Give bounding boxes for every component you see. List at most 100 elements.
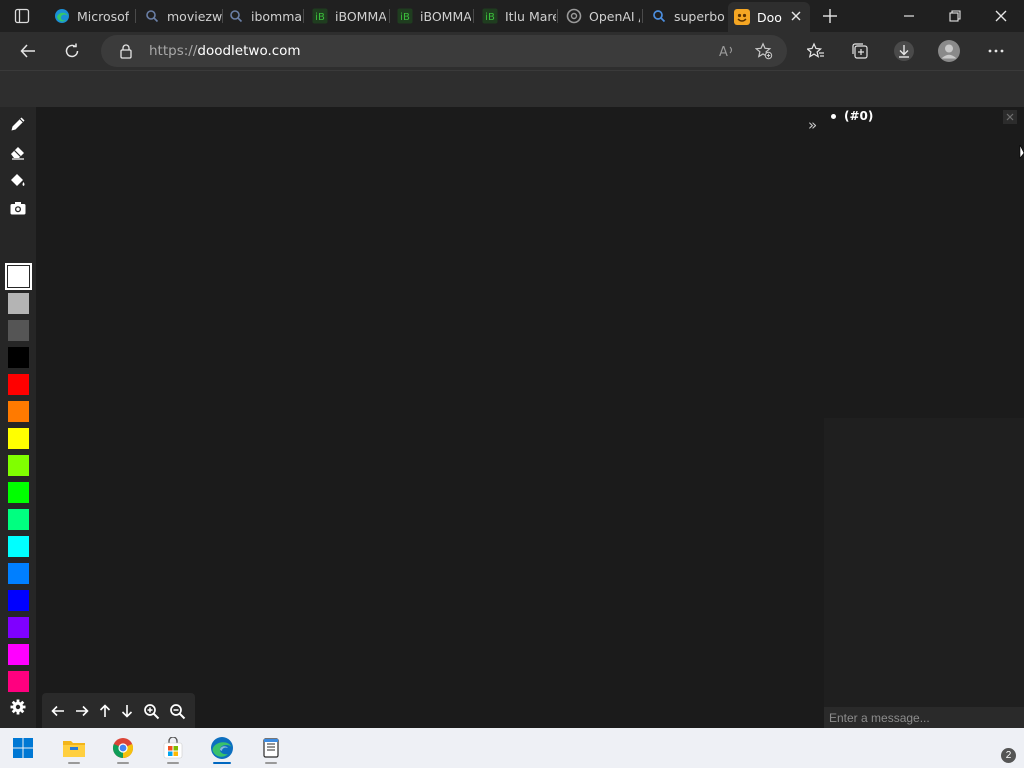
microsoft-store-icon[interactable] xyxy=(158,732,188,764)
zoom-out-icon[interactable] xyxy=(168,702,186,720)
tab-title: moviezw xyxy=(167,8,222,24)
pan-up-icon[interactable] xyxy=(96,702,114,720)
tab-microsoft[interactable]: Microsof xyxy=(48,3,132,29)
tab-title: Doo xyxy=(757,9,782,25)
restore-icon[interactable] xyxy=(943,4,967,28)
collections-icon[interactable] xyxy=(848,39,872,63)
svg-text:A: A xyxy=(719,45,728,60)
edge-icon[interactable] xyxy=(207,732,237,764)
tab-strip: Microsof moviezw ibomma iB iBOMMA iB iBO… xyxy=(0,0,1024,32)
tab-ibomma[interactable]: ibomma xyxy=(222,3,302,29)
color-swatch[interactable] xyxy=(8,671,29,692)
back-icon[interactable] xyxy=(16,39,40,63)
downloads-icon[interactable] xyxy=(892,39,916,63)
chat-message-input[interactable] xyxy=(824,707,1024,728)
user-list-item: (#0) xyxy=(831,109,873,123)
tab-ibomma-3[interactable]: iB iBOMMA xyxy=(391,3,471,29)
url-host: doodletwo.com xyxy=(197,43,301,59)
new-tab-icon[interactable] xyxy=(820,6,840,26)
favorites-bar xyxy=(0,70,1024,107)
tab-separator xyxy=(642,9,643,23)
color-swatch[interactable] xyxy=(8,455,29,476)
read-aloud-icon[interactable]: A xyxy=(718,42,736,60)
tab-actions-icon[interactable] xyxy=(12,6,32,26)
address-bar[interactable]: https://doodletwo.com A xyxy=(101,35,787,67)
tab-itlu-mare[interactable]: iB Itlu Mare xyxy=(476,3,556,29)
search-icon xyxy=(228,8,244,24)
doodle-page: » (#0) xyxy=(0,107,1024,728)
collapse-panel-button[interactable]: » xyxy=(808,117,822,133)
paint-bucket-icon[interactable] xyxy=(8,170,28,190)
lock-icon[interactable] xyxy=(118,43,134,59)
tab-separator xyxy=(303,9,304,23)
notepad-icon[interactable] xyxy=(256,732,286,764)
drawing-canvas[interactable] xyxy=(36,107,824,728)
user-list-panel: (#0) xyxy=(824,107,1024,418)
color-swatch[interactable] xyxy=(8,320,29,341)
close-tab-icon[interactable] xyxy=(788,8,804,24)
tab-ibomma-2[interactable]: iB iBOMMA xyxy=(306,3,386,29)
taskbar xyxy=(0,728,1024,768)
color-swatch[interactable] xyxy=(8,536,29,557)
openai-icon xyxy=(566,8,582,24)
file-explorer-icon[interactable] xyxy=(59,732,89,764)
chrome-icon[interactable] xyxy=(108,732,138,764)
svg-text:iB: iB xyxy=(485,12,495,23)
search-icon xyxy=(651,8,667,24)
svg-text:iB: iB xyxy=(315,12,325,23)
mouse-cursor-icon xyxy=(1019,144,1024,160)
tab-title: Microsof xyxy=(77,8,130,24)
tab-moviezw[interactable]: moviezw xyxy=(138,3,222,29)
minimize-icon[interactable] xyxy=(897,4,921,28)
tab-title: ibomma xyxy=(251,8,302,24)
tab-separator xyxy=(135,9,136,23)
close-window-icon[interactable] xyxy=(989,4,1013,28)
chat-messages-panel xyxy=(824,418,1024,707)
color-swatch[interactable] xyxy=(8,347,29,368)
color-swatch[interactable] xyxy=(8,293,29,314)
color-swatch[interactable] xyxy=(5,263,32,290)
color-swatch[interactable] xyxy=(8,644,29,665)
settings-gear-icon[interactable] xyxy=(8,697,28,717)
tab-separator xyxy=(473,9,474,23)
add-favorite-icon[interactable] xyxy=(754,42,773,60)
favorites-icon[interactable] xyxy=(804,39,828,63)
active-indicator xyxy=(213,762,231,764)
pan-left-icon[interactable] xyxy=(49,702,67,720)
tool-panel xyxy=(0,107,36,728)
color-swatch[interactable] xyxy=(8,428,29,449)
tab-openai[interactable]: OpenAI / xyxy=(560,3,640,29)
doodle-icon xyxy=(734,9,750,25)
close-icon[interactable] xyxy=(1003,110,1017,124)
svg-text:iB: iB xyxy=(400,12,410,23)
tab-superboc[interactable]: superboc xyxy=(645,3,725,29)
more-options-icon[interactable] xyxy=(984,39,1008,63)
windows-start-icon[interactable] xyxy=(8,732,38,764)
color-swatch[interactable] xyxy=(8,401,29,422)
running-indicator xyxy=(68,762,80,764)
profile-avatar-icon[interactable] xyxy=(937,39,961,63)
color-swatch[interactable] xyxy=(8,509,29,530)
camera-icon[interactable] xyxy=(8,198,28,218)
tab-title: iBOMMA xyxy=(335,8,386,24)
eraser-icon[interactable] xyxy=(8,142,28,162)
browser-toolbar: https://doodletwo.com A xyxy=(0,32,1024,70)
notification-badge[interactable]: 2 xyxy=(1001,748,1016,763)
zoom-in-icon[interactable] xyxy=(142,702,160,720)
url-scheme: https:// xyxy=(149,43,198,59)
pan-down-icon[interactable] xyxy=(118,702,136,720)
pencil-icon[interactable] xyxy=(8,114,28,134)
color-swatch[interactable] xyxy=(8,617,29,638)
url-text[interactable]: https://doodletwo.com xyxy=(149,43,301,59)
bullet xyxy=(831,113,836,119)
running-indicator xyxy=(265,762,277,764)
color-swatch[interactable] xyxy=(8,482,29,503)
color-swatch[interactable] xyxy=(8,374,29,395)
tab-separator xyxy=(557,9,558,23)
ibomma-icon: iB xyxy=(482,8,498,24)
tab-title: iBOMMA xyxy=(420,8,471,24)
color-swatch[interactable] xyxy=(8,590,29,611)
pan-right-icon[interactable] xyxy=(73,702,91,720)
refresh-icon[interactable] xyxy=(60,39,84,63)
color-swatch[interactable] xyxy=(8,563,29,584)
